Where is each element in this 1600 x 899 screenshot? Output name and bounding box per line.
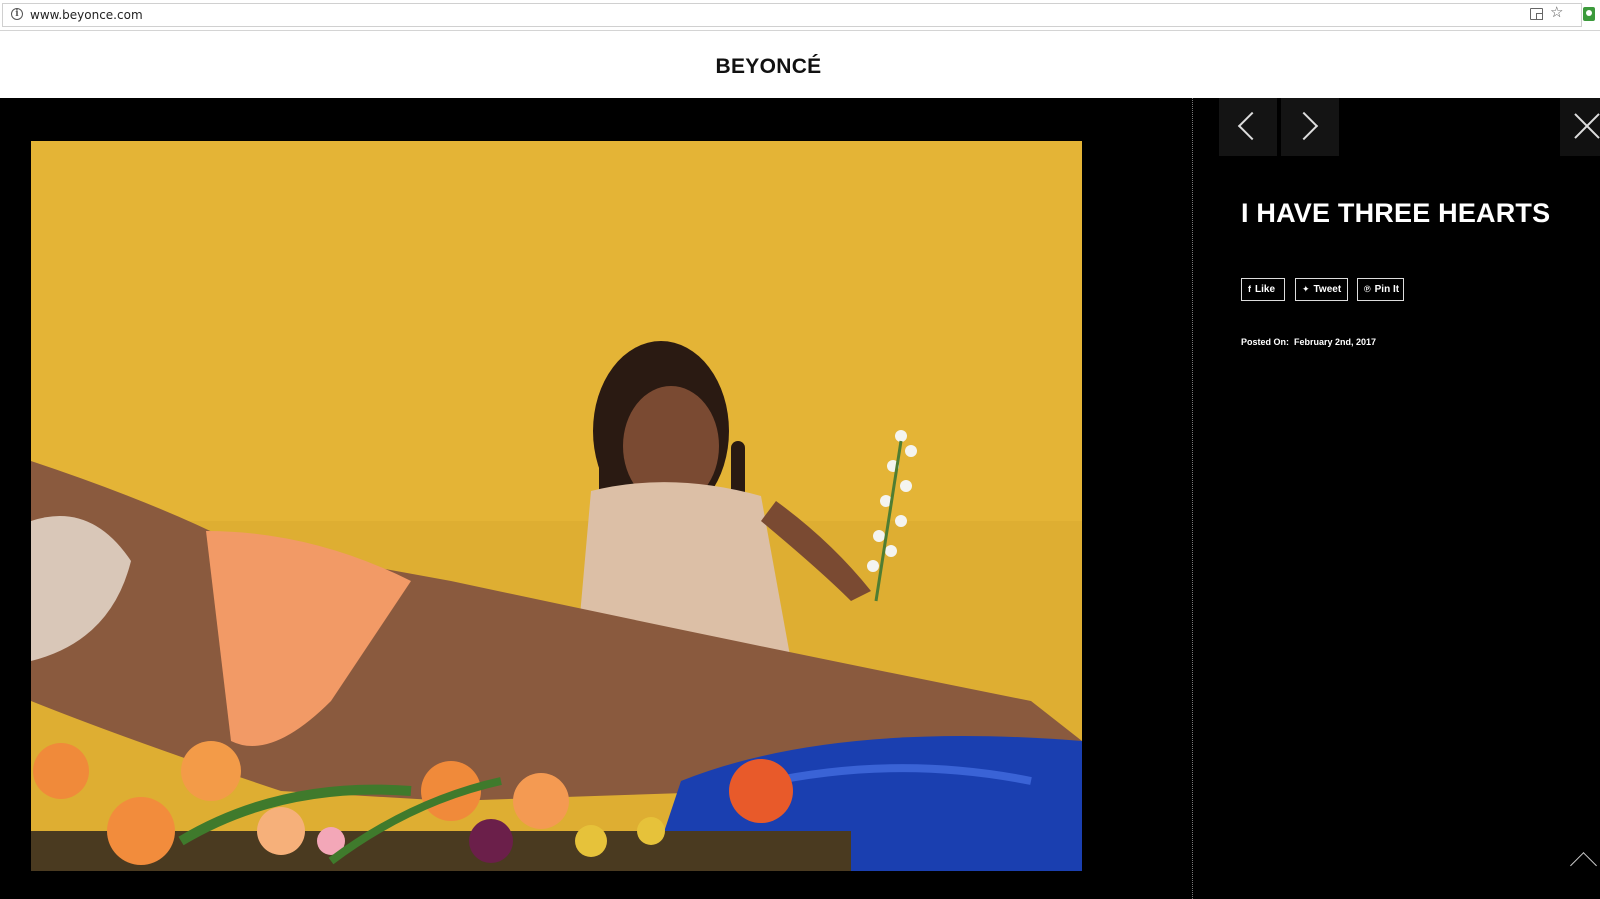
site-logo[interactable]: BEYONCÉ xyxy=(0,55,1537,79)
tweet-button[interactable]: ✦ Tweet xyxy=(1295,278,1348,301)
post-title: I HAVE THREE HEARTS xyxy=(1241,198,1551,228)
chevron-left-icon xyxy=(1237,111,1267,141)
star-icon[interactable]: ☆ xyxy=(1550,4,1563,22)
address-bar[interactable]: i www.beyonce.com xyxy=(2,3,1582,27)
close-icon[interactable] xyxy=(1560,98,1600,156)
posted-date: February 2nd, 2017 xyxy=(1294,337,1377,347)
next-button[interactable] xyxy=(1281,98,1339,156)
tweet-label: Tweet xyxy=(1313,284,1342,295)
info-icon[interactable]: i xyxy=(11,8,23,20)
like-label: Like xyxy=(1255,284,1276,295)
twitter-icon: ✦ xyxy=(1302,284,1310,294)
translate-icon[interactable] xyxy=(1530,8,1543,20)
photo-illustration xyxy=(31,141,1082,871)
previous-button[interactable] xyxy=(1219,98,1277,156)
posted-label: Posted On: xyxy=(1241,337,1290,347)
extension-icon[interactable] xyxy=(1583,7,1595,21)
pin-it-button[interactable]: ℗ Pin It xyxy=(1357,278,1404,301)
facebook-icon: f xyxy=(1248,284,1251,294)
browser-toolbar: i www.beyonce.com ☆ xyxy=(0,0,1600,31)
lightbox: I HAVE THREE HEARTS f Like ✦ Tweet ℗ Pin It… xyxy=(0,98,1600,899)
url-text[interactable]: www.beyonce.com xyxy=(30,8,143,22)
site-header: BEYONCÉ xyxy=(0,31,1600,98)
panel-divider xyxy=(1192,98,1194,899)
chevron-right-icon xyxy=(1289,111,1319,141)
facebook-like-button[interactable]: f Like xyxy=(1241,278,1285,301)
pin-label: Pin It xyxy=(1374,284,1400,295)
posted-on: Posted On: February 2nd, 2017 xyxy=(1241,337,1376,347)
gallery-photo xyxy=(31,141,1082,871)
chevron-up-icon[interactable] xyxy=(1568,847,1598,877)
pinterest-icon: ℗ xyxy=(1364,284,1371,294)
